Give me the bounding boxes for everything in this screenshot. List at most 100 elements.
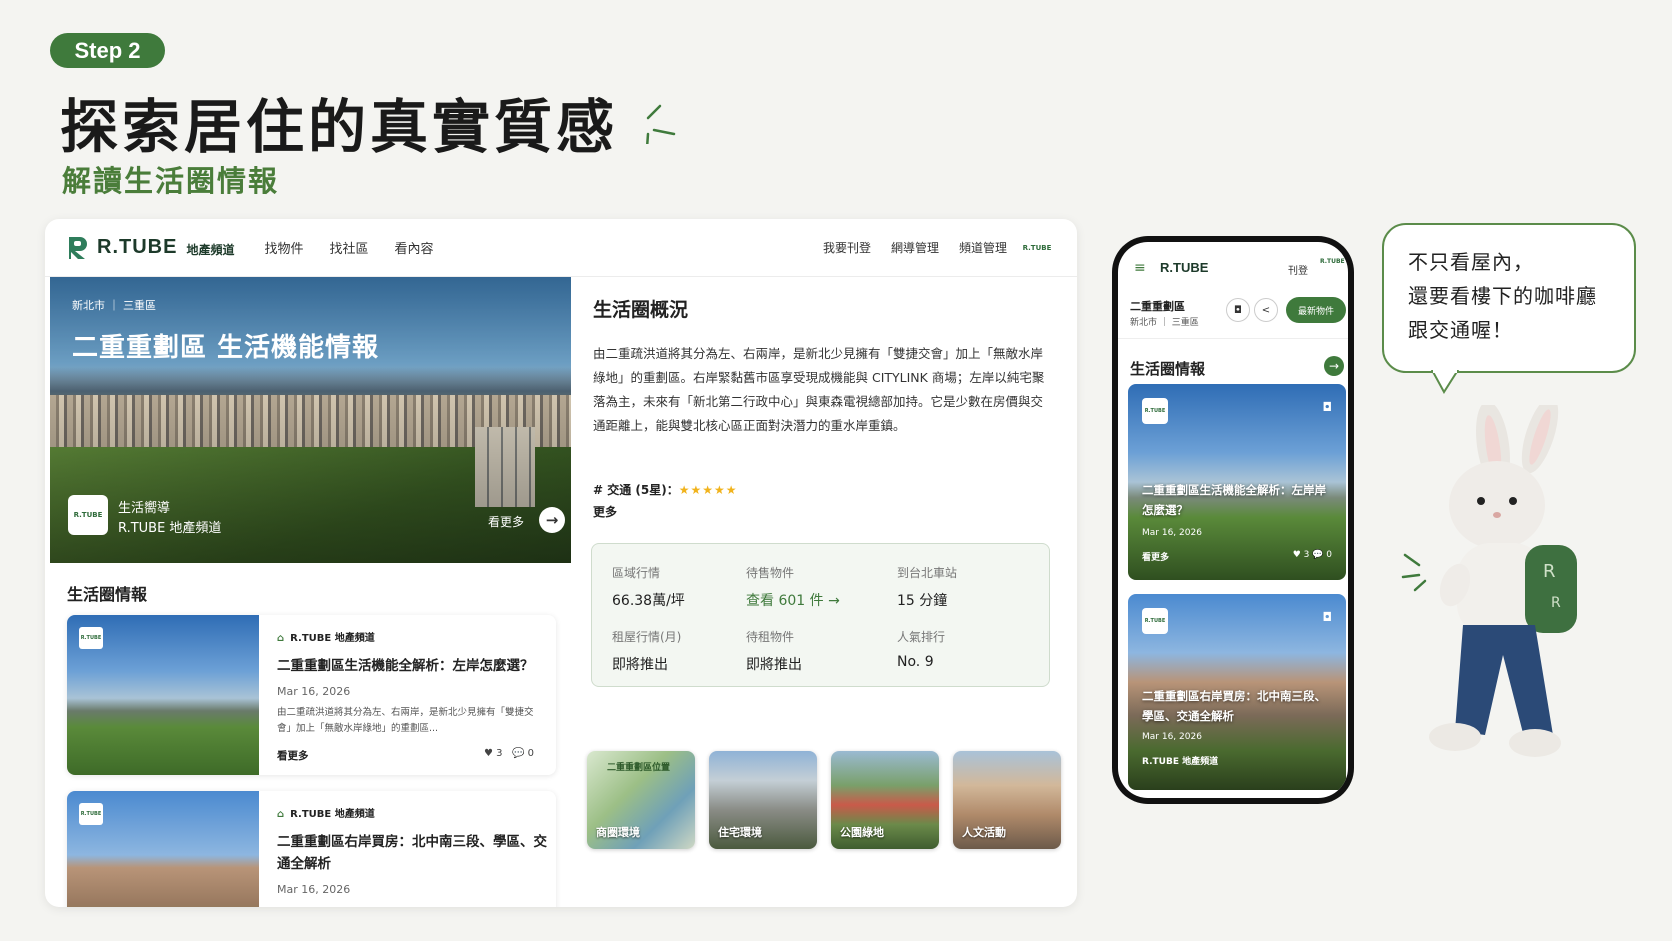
nav-channel-manage[interactable]: 頻道管理 [959, 239, 1007, 256]
thumb-label: 公園綠地 [840, 826, 884, 839]
mobile-article-card[interactable]: R.TUBE ◘ 二重重劃區生活機能全解析：左岸岸怎麼選？ Mar 16, 20… [1128, 384, 1346, 580]
stat-label: 租屋行情(月) [612, 630, 682, 644]
logo[interactable]: R.TUBE 地產頻道 [67, 235, 234, 261]
mobile-article-card[interactable]: R.TUBE ◘ 二重重劃區右岸買房：北中南三段、學區、交通全解析 Mar 16… [1128, 594, 1346, 790]
share-icon[interactable]: < [1254, 298, 1278, 322]
article-stats: ♥ 3 💬 0 [484, 748, 534, 759]
bookmark-icon[interactable]: ◘ [1323, 610, 1333, 624]
nav-guide-manage[interactable]: 網導管理 [891, 239, 939, 256]
article-card[interactable]: R.TUBE ⌂ R.TUBE 地產頻道 二重重劃區右岸買房：北中南三段、學區、交… [67, 791, 556, 907]
mobile-article-title[interactable]: 二重重劃區右岸買房：北中南三段、學區、交通全解析 [1142, 686, 1332, 726]
traffic-rating: # 交通 (5星)：★★★★★ [593, 481, 738, 498]
stat-to-station: 到台北車站 15 分鐘 [897, 564, 957, 610]
stat-value: 即將推出 [746, 657, 802, 673]
stat-label: 區域行情 [612, 566, 661, 580]
stat-region-price: 區域行情 66.38萬/坪 [612, 564, 685, 610]
stat-value: No. 9 [897, 654, 934, 670]
article-source: ⌂ R.TUBE 地產頻道 [277, 633, 375, 644]
logo-subtext: 地產頻道 [186, 243, 235, 257]
hero-channel-name: R.TUBE 地產頻道 [118, 521, 222, 536]
stat-value-link[interactable]: 查看 601 件 → [746, 590, 840, 610]
mobile-article-date: Mar 16, 2026 [1142, 528, 1202, 538]
overview-body: 由二重疏洪道將其分為左、右兩岸，是新北少見擁有「雙捷交會」加上「無敵水岸綠地」的… [593, 346, 1045, 433]
arrow-right-icon[interactable]: → [539, 507, 565, 533]
mobile-article-title[interactable]: 二重重劃區生活機能全解析：左岸岸怎麼選？ [1142, 480, 1332, 520]
stat-for-sale[interactable]: 待售物件查看 601 件 → [746, 564, 840, 610]
overview-more-link[interactable]: 更多 [593, 503, 617, 520]
menu-icon[interactable]: ≡ [1134, 260, 1146, 276]
article-more-link[interactable]: 看更多 [277, 748, 309, 763]
heart-icon[interactable]: ♥ 3 [484, 748, 503, 759]
thumb-residential[interactable]: 住宅環境 [709, 751, 817, 849]
star-rating-icon: ★★★★★ [678, 483, 738, 497]
hero-channel-role: 生活嚮導 [118, 501, 171, 516]
sparkle-icon [646, 104, 676, 144]
desktop-window: R.TUBE 地產頻道 找物件 找社區 看內容 我要刊登 網導管理 頻道管理 R… [45, 219, 1077, 907]
nav-publish[interactable]: 我要刊登 [823, 239, 871, 256]
hero-location: 新北市 ｜ 三重區 [72, 299, 156, 312]
page-title: 探索居住的真實質感 [60, 93, 619, 161]
article-card[interactable]: R.TUBE ⌂ R.TUBE 地產頻道 二重重劃區生活機能全解析：左岸怎麼選？ … [67, 615, 556, 775]
mobile-life-title: 生活圈情報 [1130, 360, 1206, 378]
thumb-label: 商圈環境 [596, 826, 640, 839]
stat-for-rent: 待租物件 即將推出 [746, 628, 802, 674]
category-thumbs: 二重重劃區位置 商圈環境 住宅環境 公園綠地 人文活動 [587, 751, 1061, 849]
mobile-article-date: Mar 16, 2026 [1142, 732, 1202, 742]
stat-value: 即將推出 [612, 657, 668, 673]
channel-badge-icon: R.TUBE [68, 495, 108, 535]
overview-title: 生活圈概況 [593, 299, 689, 321]
stat-rent-price: 租屋行情(月) 即將推出 [612, 628, 681, 674]
stat-label: 待租物件 [746, 630, 795, 644]
stat-value: 66.38萬/坪 [612, 593, 685, 609]
step-badge: Step 2 [50, 33, 165, 68]
new-listings-button[interactable]: 最新物件 [1286, 297, 1346, 323]
mobile-article-more[interactable]: 看更多 [1142, 550, 1169, 563]
nav-find-listing[interactable]: 找物件 [264, 238, 303, 257]
channel-badge-icon: R.TUBE [79, 627, 103, 649]
hero-banner[interactable]: 新北市 ｜ 三重區 二重重劃區 生活機能情報 R.TUBE 生活嚮導 R.TUB… [50, 277, 571, 563]
article-date: Mar 16, 2026 [277, 685, 351, 698]
thumb-label: 住宅環境 [718, 826, 762, 839]
hero-more-link[interactable]: 看更多 [488, 513, 524, 530]
article-title[interactable]: 二重重劃區生活機能全解析：左岸怎麼選？ [277, 655, 547, 677]
svg-text:R: R [1543, 561, 1556, 582]
bubble-line-2: 還要看樓下的咖啡廳 [1408, 284, 1597, 308]
avatar[interactable]: R.TUBE [1320, 258, 1345, 265]
channel-badge-icon: R.TUBE [79, 803, 103, 825]
stat-label: 待售物件 [746, 566, 795, 580]
traffic-label: # 交通 (5星)： [593, 483, 679, 497]
stat-label: 人氣排行 [897, 630, 946, 644]
mobile-logo[interactable]: R.TUBE [1160, 260, 1208, 275]
bubble-line-3: 跟交通喔！ [1408, 318, 1513, 342]
thumb-map-tag: 二重重劃區位置 [607, 763, 671, 773]
article-title[interactable]: 二重重劃區右岸買房：北中南三段、學區、交通全解析 [277, 831, 547, 875]
avatar[interactable]: R.TUBE [1023, 238, 1052, 258]
bookmark-icon[interactable]: ◘ [1226, 298, 1250, 322]
channel-badge-icon: R.TUBE [1142, 398, 1168, 424]
mobile-device: ≡ R.TUBE 刊登 R.TUBE 二重重劃區 新北市 ｜ 三重區 ◘ < 最… [1112, 236, 1354, 804]
speech-bubble-tail [1430, 370, 1460, 394]
thumb-parks[interactable]: 公園綠地 [831, 751, 939, 849]
bookmark-icon[interactable]: ◘ [1323, 400, 1333, 414]
nav-content[interactable]: 看內容 [395, 238, 434, 257]
bubble-line-1: 不只看屋內， [1408, 250, 1534, 274]
mobile-screen: ≡ R.TUBE 刊登 R.TUBE 二重重劃區 新北市 ｜ 三重區 ◘ < 最… [1118, 242, 1348, 798]
mobile-publish-link[interactable]: 刊登 [1288, 262, 1308, 277]
stat-value: 15 分鐘 [897, 593, 948, 609]
channel-badge-icon: R.TUBE [1142, 608, 1168, 634]
mobile-article-stats: ♥ 3 💬 0 [1292, 550, 1332, 560]
article-date: Mar 16, 2026 [277, 883, 351, 896]
speech-bubble: 不只看屋內， 還要看樓下的咖啡廳 跟交通喔！ [1382, 223, 1636, 373]
rabbit-mascot-icon: R R [1401, 405, 1577, 757]
page-subtitle: 解讀生活圈情報 [62, 164, 280, 198]
comment-icon[interactable]: 💬 0 [512, 748, 534, 759]
thumb-culture[interactable]: 人文活動 [953, 751, 1061, 849]
thumb-label: 人文活動 [962, 826, 1006, 839]
nav-find-community[interactable]: 找社區 [329, 238, 368, 257]
article-source: ⌂ R.TUBE 地產頻道 [277, 809, 375, 820]
thumb-commercial[interactable]: 二重重劃區位置 商圈環境 [587, 751, 695, 849]
logo-text: R.TUBE [97, 236, 178, 258]
arrow-right-icon[interactable]: → [1324, 356, 1344, 376]
mobile-article-source: R.TUBE 地產頻道 [1142, 757, 1219, 767]
mobile-area-location: 新北市 ｜ 三重區 [1130, 318, 1199, 328]
